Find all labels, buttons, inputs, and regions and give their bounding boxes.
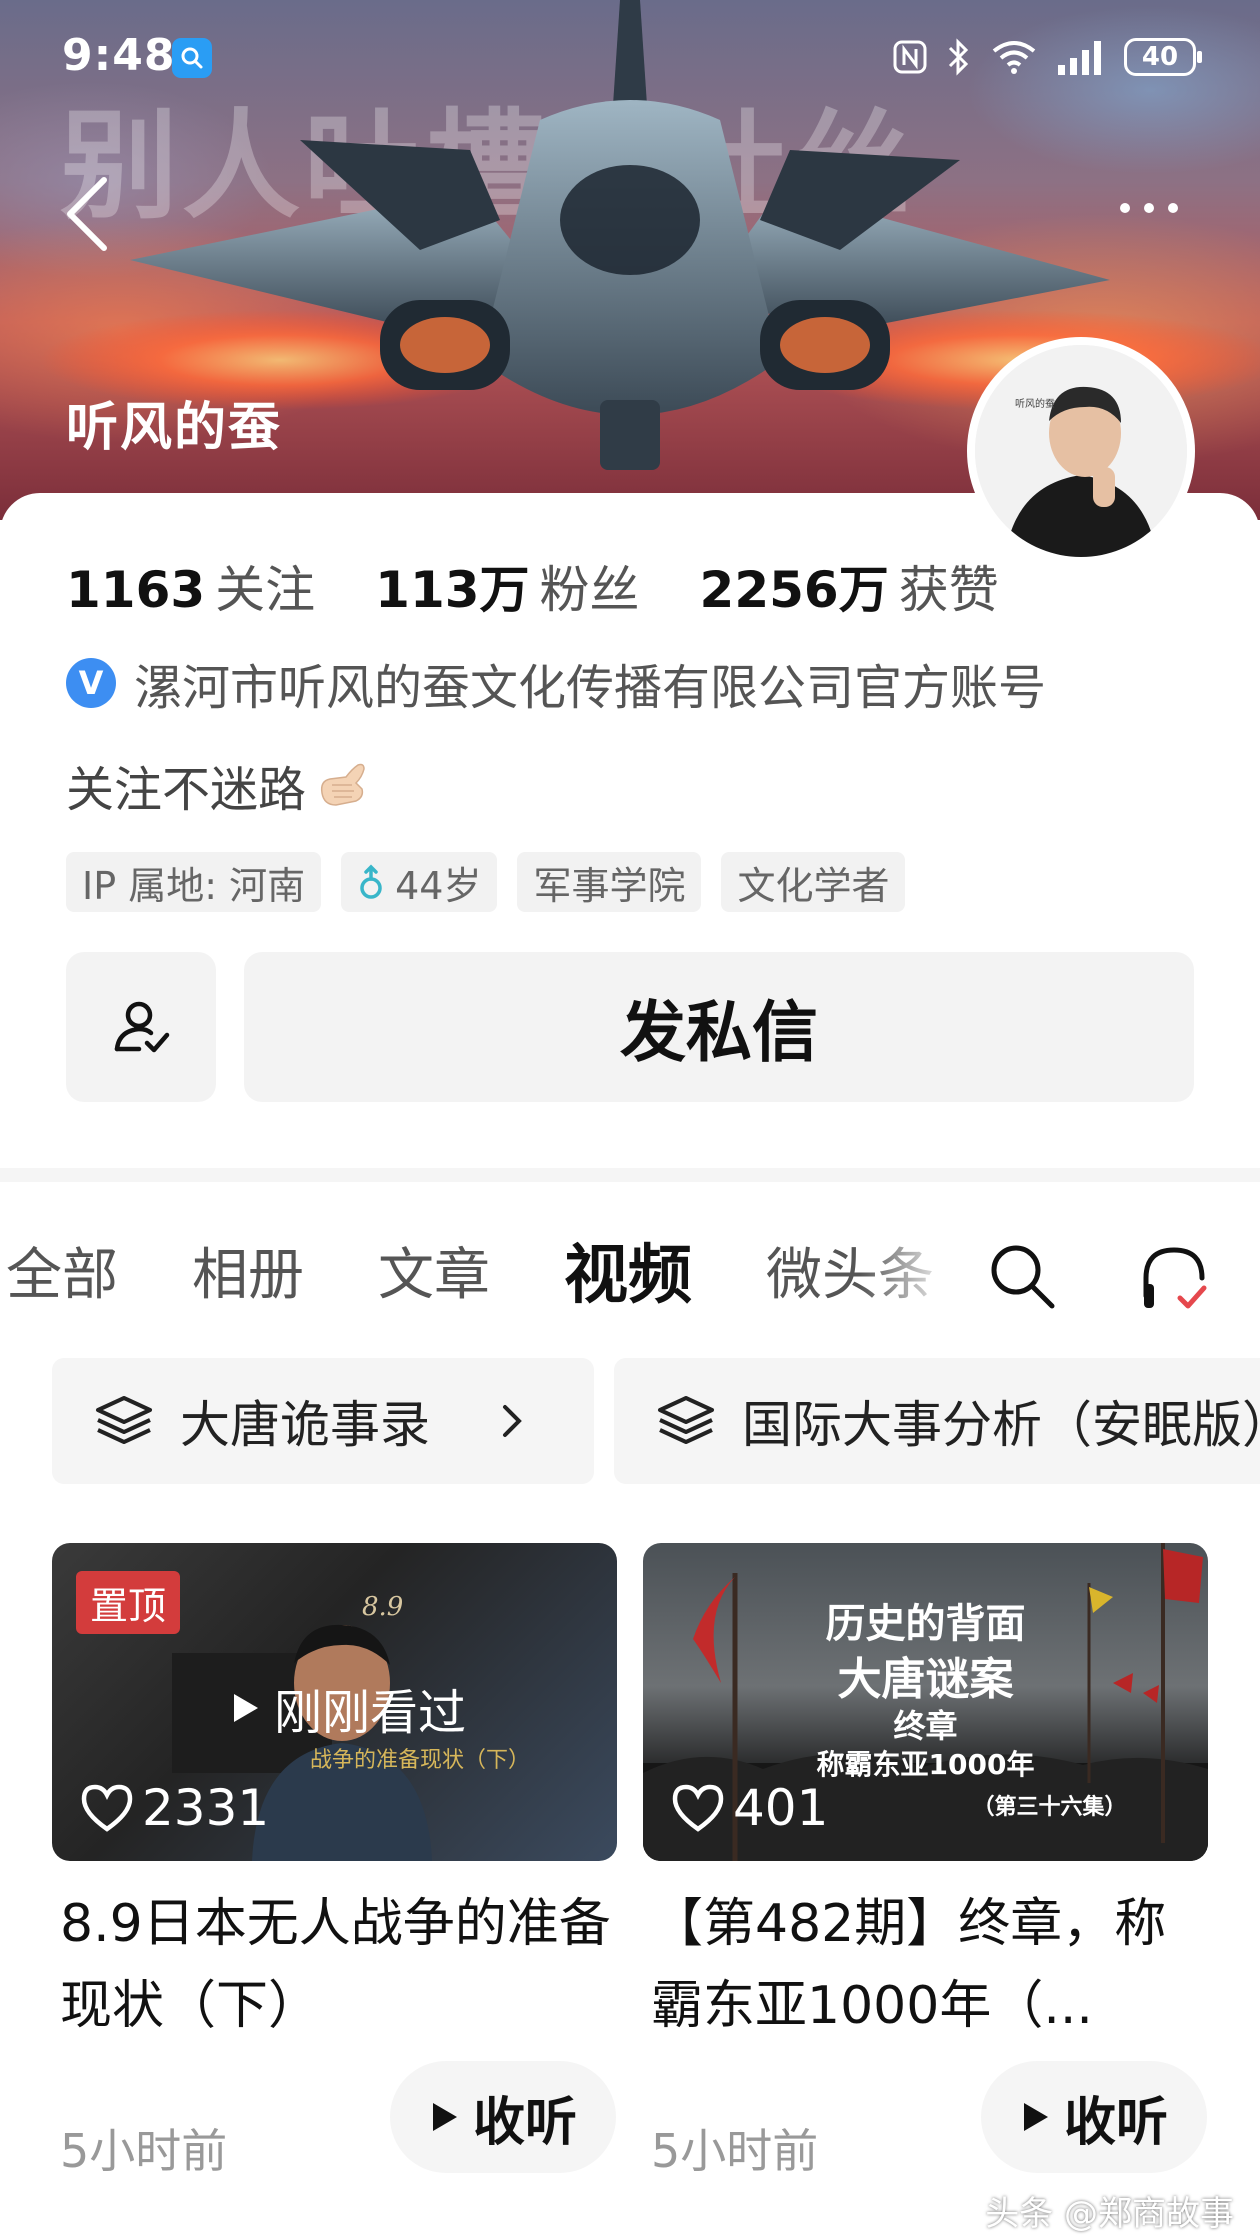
likes-count: 401 bbox=[733, 1779, 829, 1837]
video-title[interactable]: 【第482期】终章，称霸东亚1000年（... bbox=[651, 1883, 1211, 2047]
video-title[interactable]: 8.9日本无人战争的准备现状（下） bbox=[60, 1883, 620, 2047]
collection-layers-icon bbox=[96, 1396, 152, 1444]
profile-name: 听风的蚕 bbox=[66, 398, 283, 458]
listen-label: 收听 bbox=[472, 2092, 577, 2153]
thumbnail-line: 终章 bbox=[893, 1707, 958, 1745]
more-options-button[interactable] bbox=[1120, 196, 1200, 220]
verification: V 漯河市听风的蚕文化传播有限公司官方账号 bbox=[66, 648, 1046, 718]
tab-fade-overlay bbox=[860, 1220, 970, 1320]
pinned-badge: 置顶 bbox=[76, 1571, 181, 1634]
recently-watched-label: 刚刚看过 bbox=[228, 1673, 466, 1743]
stat-following[interactable]: 1163 关注 bbox=[66, 550, 315, 622]
tab-album[interactable]: 相册 bbox=[192, 1230, 304, 1311]
stat-value: 113万 bbox=[375, 561, 530, 619]
video-thumbnail[interactable]: 8.9 战争的准备现状（下） 置顶 刚刚看过 2331 bbox=[52, 1543, 617, 1861]
source-watermark: 头条 @郑商故事 bbox=[985, 2194, 1234, 2234]
more-dot-icon bbox=[1168, 203, 1178, 213]
bluetooth-icon bbox=[948, 38, 969, 76]
thumbnail-line: 历史的背面 bbox=[825, 1601, 1026, 1647]
thumbnail-line: 大唐谜案 bbox=[837, 1654, 1014, 1705]
verified-badge-icon: V bbox=[66, 658, 116, 708]
collection-card[interactable]: 国际大事分析（安眠版） bbox=[614, 1358, 1260, 1484]
video-card[interactable]: 8.9 战争的准备现状（下） 置顶 刚刚看过 2331 8.9日本无人战争的准备… bbox=[52, 1543, 620, 2178]
more-dot-icon bbox=[1144, 203, 1154, 213]
search-icon bbox=[991, 1245, 1055, 1309]
bio: 关注不迷路 bbox=[66, 750, 372, 820]
heart-icon bbox=[672, 1784, 724, 1832]
tag-school: 军事学院 bbox=[517, 852, 702, 912]
headphone-check-icon bbox=[1143, 1247, 1207, 1309]
video-thumbnail[interactable]: 历史的背面 大唐谜案 终章 称霸东亚1000年 （第三十六集） 401 bbox=[643, 1543, 1208, 1861]
add-user-icon bbox=[114, 1001, 170, 1053]
listen-button[interactable]: 收听 bbox=[390, 2061, 616, 2173]
more-dot-icon bbox=[1120, 203, 1130, 213]
collection-card[interactable]: 大唐诡事录 bbox=[52, 1358, 594, 1484]
tab-all[interactable]: 全部 bbox=[6, 1230, 118, 1311]
call-me-hand-emoji-icon bbox=[320, 763, 365, 806]
wifi-icon bbox=[992, 41, 1036, 74]
thumbnail-caption: 8.9 bbox=[362, 1592, 403, 1622]
tag-age-text: 44岁 bbox=[395, 863, 482, 908]
video-timestamp: 5小时前 bbox=[60, 2124, 228, 2178]
stat-label: 关注 bbox=[215, 561, 316, 619]
avatar[interactable]: 听风的蚕 bbox=[967, 337, 1195, 565]
tab-videos[interactable]: 视频 bbox=[564, 1224, 692, 1316]
male-gender-icon bbox=[360, 864, 382, 899]
nfc-icon bbox=[893, 40, 927, 74]
listen-label: 收听 bbox=[1063, 2092, 1168, 2153]
avatar-caption: 听风的蚕 bbox=[1015, 397, 1055, 410]
tag-age: 44岁 bbox=[341, 852, 498, 912]
status-bar: 9:48 40 bbox=[0, 0, 1260, 110]
video-likes: 2331 bbox=[80, 1779, 269, 1837]
stat-followers[interactable]: 113万 粉丝 bbox=[375, 550, 639, 622]
section-divider bbox=[0, 1168, 1260, 1182]
listen-button[interactable]: 收听 bbox=[981, 2061, 1207, 2173]
stat-label: 粉丝 bbox=[539, 561, 640, 619]
video-timestamp: 5小时前 bbox=[651, 2124, 819, 2178]
send-message-button[interactable]: 发私信 bbox=[244, 952, 1194, 1102]
recently-watched-text: 刚刚看过 bbox=[274, 1685, 467, 1741]
stat-likes[interactable]: 2256万 获赞 bbox=[700, 550, 999, 622]
bio-text: 关注不迷路 bbox=[66, 762, 307, 818]
status-time: 9:48 bbox=[62, 30, 176, 81]
avatar-portrait: 听风的蚕 bbox=[975, 345, 1187, 557]
listen-mode-button[interactable] bbox=[1136, 1238, 1216, 1318]
verification-text: 漯河市听风的蚕文化传播有限公司官方账号 bbox=[134, 660, 1047, 716]
play-icon bbox=[1023, 2103, 1048, 2131]
chevron-left-icon bbox=[67, 177, 107, 251]
tag-occupation: 文化学者 bbox=[721, 852, 906, 912]
follow-user-button[interactable] bbox=[66, 952, 216, 1102]
chevron-right-icon bbox=[503, 1405, 522, 1437]
profile-tags: IP 属地: 河南 44岁 军事学院 文化学者 bbox=[66, 852, 906, 912]
thumbnail-subtitle: 战争的准备现状（下） bbox=[310, 1748, 530, 1773]
search-button[interactable] bbox=[986, 1240, 1058, 1312]
signal-icon bbox=[1058, 41, 1101, 75]
play-icon bbox=[234, 1694, 258, 1722]
tag-ip-location: IP 属地: 河南 bbox=[66, 852, 322, 912]
stat-value: 2256万 bbox=[699, 561, 889, 619]
heart-icon bbox=[81, 1784, 133, 1832]
content-tabs: 全部 相册 文章 视频 微头条 bbox=[0, 1220, 1260, 1320]
collection-title: 大唐诡事录 bbox=[180, 1396, 430, 1454]
back-button[interactable] bbox=[60, 172, 116, 256]
battery-indicator: 40 bbox=[1124, 38, 1202, 76]
collection-layers-icon bbox=[658, 1396, 714, 1444]
video-card[interactable]: 历史的背面 大唐谜案 终章 称霸东亚1000年 （第三十六集） 401 【第48… bbox=[643, 1543, 1211, 2178]
stat-label: 获赞 bbox=[898, 561, 999, 619]
status-icons: 40 bbox=[892, 34, 1202, 80]
search-app-icon bbox=[172, 38, 212, 78]
stats-row: 1163 关注 113万 粉丝 2256万 获赞 bbox=[66, 550, 999, 620]
stat-value: 1163 bbox=[66, 561, 206, 619]
play-icon bbox=[432, 2103, 457, 2131]
video-likes: 401 bbox=[671, 1779, 828, 1837]
likes-count: 2331 bbox=[142, 1779, 270, 1837]
thumbnail-line: （第三十六集） bbox=[972, 1795, 1127, 1820]
thumbnail-line: 称霸东亚1000年 bbox=[816, 1748, 1035, 1781]
collection-title: 国际大事分析（安眠版） bbox=[742, 1396, 1260, 1454]
tab-articles[interactable]: 文章 bbox=[378, 1230, 490, 1311]
